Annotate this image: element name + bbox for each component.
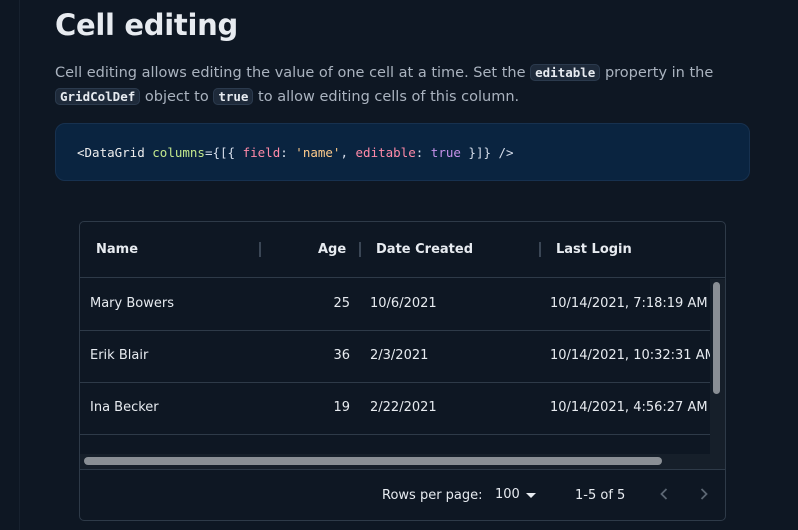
- arrow-drop-down-icon: [525, 493, 536, 498]
- code-comma: ,: [340, 145, 356, 160]
- cell-name[interactable]: Ina Becker: [90, 400, 159, 415]
- column-separator[interactable]: [539, 242, 541, 257]
- code-colon-2: :: [415, 145, 431, 160]
- cell-age[interactable]: 36: [316, 348, 350, 363]
- cell-date-created[interactable]: 10/6/2021: [370, 296, 437, 311]
- column-separator[interactable]: [359, 242, 361, 257]
- column-header-date-created[interactable]: Date Created: [376, 242, 473, 257]
- grid-footer: Rows per page: 100 1-5 of 5: [80, 469, 725, 520]
- desc-text-3: object to: [140, 89, 214, 105]
- code-prop-field: field: [242, 145, 281, 160]
- code-gridcoldef: GridColDef: [55, 88, 141, 105]
- grid-rows: Mary Bowers 25 10/6/2021 10/14/2021, 7:1…: [80, 279, 710, 462]
- code-editable: editable: [530, 64, 601, 81]
- chevron-right-icon: [700, 488, 708, 500]
- cell-name[interactable]: Erik Blair: [90, 348, 148, 363]
- grid-header: Name Age Date Created Last Login: [80, 222, 725, 278]
- code-colon-1: :: [280, 145, 296, 160]
- code-prop-editable: editable: [355, 145, 416, 160]
- next-page-button[interactable]: [692, 482, 716, 506]
- desc-text-4: to allow editing cells of this column.: [253, 89, 520, 105]
- pagination-range: 1-5 of 5: [575, 488, 626, 503]
- table-row[interactable]: Ina Becker 19 2/22/2021 10/14/2021, 4:56…: [80, 383, 710, 435]
- column-separator[interactable]: [259, 242, 261, 257]
- table-row[interactable]: Erik Blair 36 2/3/2021 10/14/2021, 10:32…: [80, 331, 710, 383]
- code-tag-open: <DataGrid: [77, 145, 145, 160]
- cell-date-created[interactable]: 2/22/2021: [370, 400, 437, 415]
- code-attr: columns: [152, 145, 205, 160]
- code-string: 'name': [295, 145, 341, 160]
- rows-per-page-value: 100: [495, 487, 520, 502]
- code-bool: true: [430, 145, 461, 160]
- desc-text-2: property in the: [600, 65, 714, 81]
- vertical-scrollbar-thumb[interactable]: [713, 282, 720, 394]
- code-true: true: [213, 88, 254, 105]
- column-header-last-login[interactable]: Last Login: [556, 242, 632, 257]
- code-punc: ={[{: [204, 145, 243, 160]
- cell-age[interactable]: 25: [316, 296, 350, 311]
- cell-last-login[interactable]: 10/14/2021, 7:18:19 AM: [550, 296, 710, 311]
- cell-age[interactable]: 19: [316, 400, 350, 415]
- cell-name[interactable]: Mary Bowers: [90, 296, 174, 311]
- data-grid: Name Age Date Created Last Login Mary Bo…: [79, 221, 726, 521]
- description: Cell editing allows editing the value of…: [55, 61, 755, 109]
- left-rail: [0, 0, 20, 530]
- desc-text-1: Cell editing allows editing the value of…: [55, 65, 531, 81]
- rows-per-page-label: Rows per page:: [382, 488, 483, 503]
- cell-last-login[interactable]: 10/14/2021, 10:32:31 AM: [550, 348, 710, 363]
- column-header-age[interactable]: Age: [318, 242, 346, 257]
- horizontal-scrollbar-thumb[interactable]: [84, 457, 662, 465]
- code-close: }]} />: [460, 145, 514, 160]
- cell-date-created[interactable]: 2/3/2021: [370, 348, 428, 363]
- rows-per-page-select[interactable]: 100: [495, 487, 536, 502]
- page-title: Cell editing: [55, 8, 238, 42]
- cell-last-login[interactable]: 10/14/2021, 4:56:27 AM: [550, 400, 710, 415]
- chevron-left-icon: [660, 488, 668, 500]
- column-header-name[interactable]: Name: [96, 242, 138, 257]
- code-block: <DataGrid columns={[{ field: 'name', edi…: [55, 123, 750, 181]
- previous-page-button[interactable]: [652, 482, 676, 506]
- table-row[interactable]: Mary Bowers 25 10/6/2021 10/14/2021, 7:1…: [80, 279, 710, 331]
